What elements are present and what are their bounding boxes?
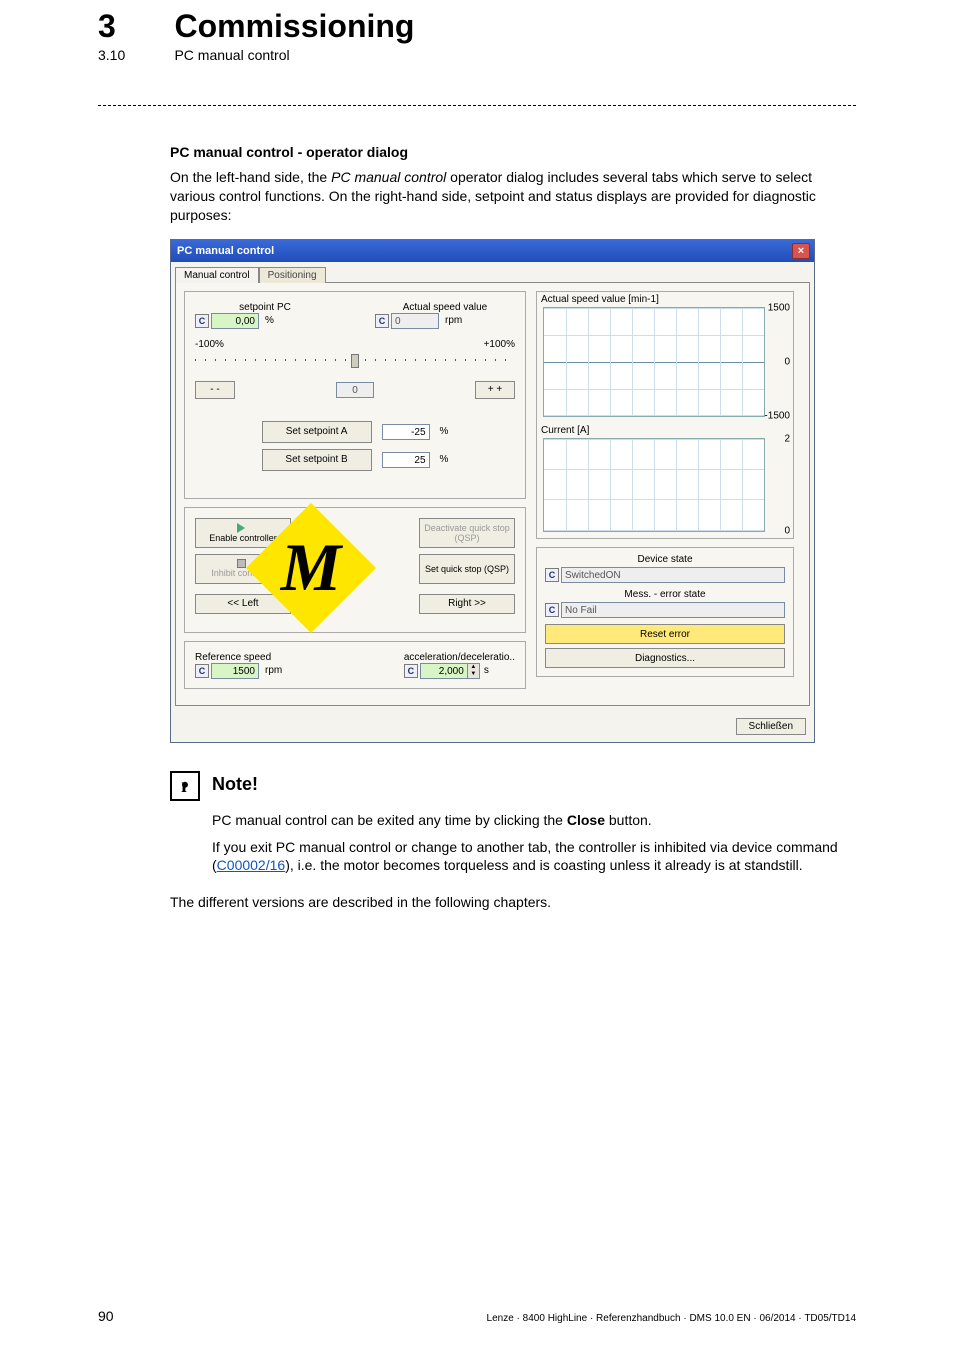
tab-positioning[interactable]: Positioning — [259, 267, 326, 283]
speed-tick-mid: 0 — [784, 356, 790, 367]
accel-decel-label: acceleration/deceleratio.. — [404, 652, 515, 663]
dialog-titlebar: PC manual control × — [171, 240, 814, 262]
reset-error-button[interactable]: Reset error — [545, 624, 785, 644]
device-state-label: Device state — [545, 554, 785, 565]
accel-decel-unit: s — [484, 665, 489, 676]
intro-heading: PC manual control - operator dialog — [170, 144, 856, 160]
speed-plot-title: Actual speed value [min-1] — [537, 292, 793, 305]
slider-min-label: -100% — [195, 339, 224, 350]
dialog-title: PC manual control — [177, 245, 792, 257]
outro-paragraph: The different versions are described in … — [98, 893, 856, 912]
note-heading: Note! — [212, 774, 258, 795]
accel-stepper[interactable]: ▲▼ — [468, 663, 480, 679]
inhibit-controller-button[interactable]: Inhibit controller — [195, 554, 291, 584]
setpoint-a-value[interactable]: -25 — [382, 424, 430, 440]
speed-tick-bot: -1500 — [764, 410, 790, 421]
increment-button[interactable]: + + — [475, 381, 515, 399]
setpoint-group: setpoint PC C 0,00 % Actual speed value — [184, 291, 526, 499]
actual-speed-value: 0 — [391, 313, 439, 329]
c-badge-icon[interactable]: C — [195, 664, 209, 678]
separator-dashes — [98, 105, 856, 106]
setpoint-a-unit: % — [440, 426, 449, 437]
speed-plot: 1500 0 -1500 — [543, 307, 765, 417]
c-badge-icon[interactable]: C — [404, 664, 418, 678]
diagnostics-button[interactable]: Diagnostics... — [545, 648, 785, 668]
note-line-2: If you exit PC manual control or change … — [212, 838, 856, 876]
slider-max-label: +100% — [484, 339, 515, 350]
slider-thumb[interactable] — [351, 354, 359, 368]
reference-group: Reference speed C 1500 rpm acceleration/… — [184, 641, 526, 689]
current-plot: 2 0 — [543, 438, 765, 532]
reference-speed-unit: rpm — [265, 665, 282, 676]
setpoint-pc-label: setpoint PC — [195, 302, 335, 313]
actual-speed-unit: rpm — [445, 315, 462, 326]
pc-manual-control-dialog: PC manual control × Manual controlPositi… — [170, 239, 815, 743]
actual-speed-label: Actual speed value — [375, 302, 515, 313]
info-icon: •ı — [170, 771, 200, 801]
deactivate-qsp-button[interactable]: Deactivate quick stop (QSP) — [419, 518, 515, 548]
close-button[interactable]: Schließen — [736, 718, 806, 735]
enable-controller-button[interactable]: Enable controller — [195, 518, 291, 548]
current-tick-top: 2 — [784, 433, 790, 444]
current-tick-bot: 0 — [784, 525, 790, 536]
error-state-value: No Fail — [561, 602, 785, 618]
stop-icon — [237, 559, 246, 568]
code-link[interactable]: C00002/16 — [217, 857, 286, 873]
play-icon — [237, 523, 245, 533]
section-title: PC manual control — [174, 47, 289, 63]
setpoint-slider[interactable]: -100% +100% — [195, 339, 515, 375]
speed-plot-card: Actual speed value [min-1] 1500 0 -1500 … — [536, 291, 794, 539]
chapter-title: Commissioning — [174, 8, 414, 45]
accel-decel-value[interactable]: 2,000 — [420, 663, 468, 679]
chapter-number: 3 — [98, 8, 170, 45]
reference-speed-label: Reference speed — [195, 652, 282, 663]
decrement-button[interactable]: - - — [195, 381, 235, 399]
note-line-1: PC manual control can be exited any time… — [212, 811, 856, 830]
setpoint-pc-unit: % — [265, 315, 274, 326]
set-setpoint-a-button[interactable]: Set setpoint A — [262, 421, 372, 443]
close-icon[interactable]: × — [792, 243, 810, 259]
speed-tick-top: 1500 — [768, 302, 790, 313]
set-setpoint-b-button[interactable]: Set setpoint B — [262, 449, 372, 471]
setpoint-b-value[interactable]: 25 — [382, 452, 430, 468]
slider-value: 0 — [336, 382, 374, 398]
c-badge-icon[interactable]: C — [545, 568, 559, 582]
c-badge-icon[interactable]: C — [375, 314, 389, 328]
set-qsp-button[interactable]: Set quick stop (QSP) — [419, 554, 515, 584]
device-state-value: SwitchedON — [561, 567, 785, 583]
setpoint-pc-value[interactable]: 0,00 — [211, 313, 259, 329]
tab-manual-control[interactable]: Manual control — [175, 267, 259, 283]
current-plot-title: Current [A] — [537, 423, 793, 436]
footer-info: Lenze · 8400 HighLine · Referenzhandbuch… — [487, 1313, 856, 1324]
error-state-label: Mess. - error state — [545, 589, 785, 600]
page-number: 90 — [98, 1308, 114, 1324]
intro-paragraph: On the left-hand side, the PC manual con… — [170, 168, 856, 225]
reference-speed-value[interactable]: 1500 — [211, 663, 259, 679]
jog-left-button[interactable]: << Left — [195, 594, 291, 614]
controller-group: M Enable controller Deactivate quick sto… — [184, 507, 526, 633]
section-number: 3.10 — [98, 47, 170, 63]
state-group: Device state C SwitchedON Mess. - error … — [536, 547, 794, 677]
c-badge-icon[interactable]: C — [195, 314, 209, 328]
c-badge-icon[interactable]: C — [545, 603, 559, 617]
jog-right-button[interactable]: Right >> — [419, 594, 515, 614]
setpoint-b-unit: % — [440, 454, 449, 465]
